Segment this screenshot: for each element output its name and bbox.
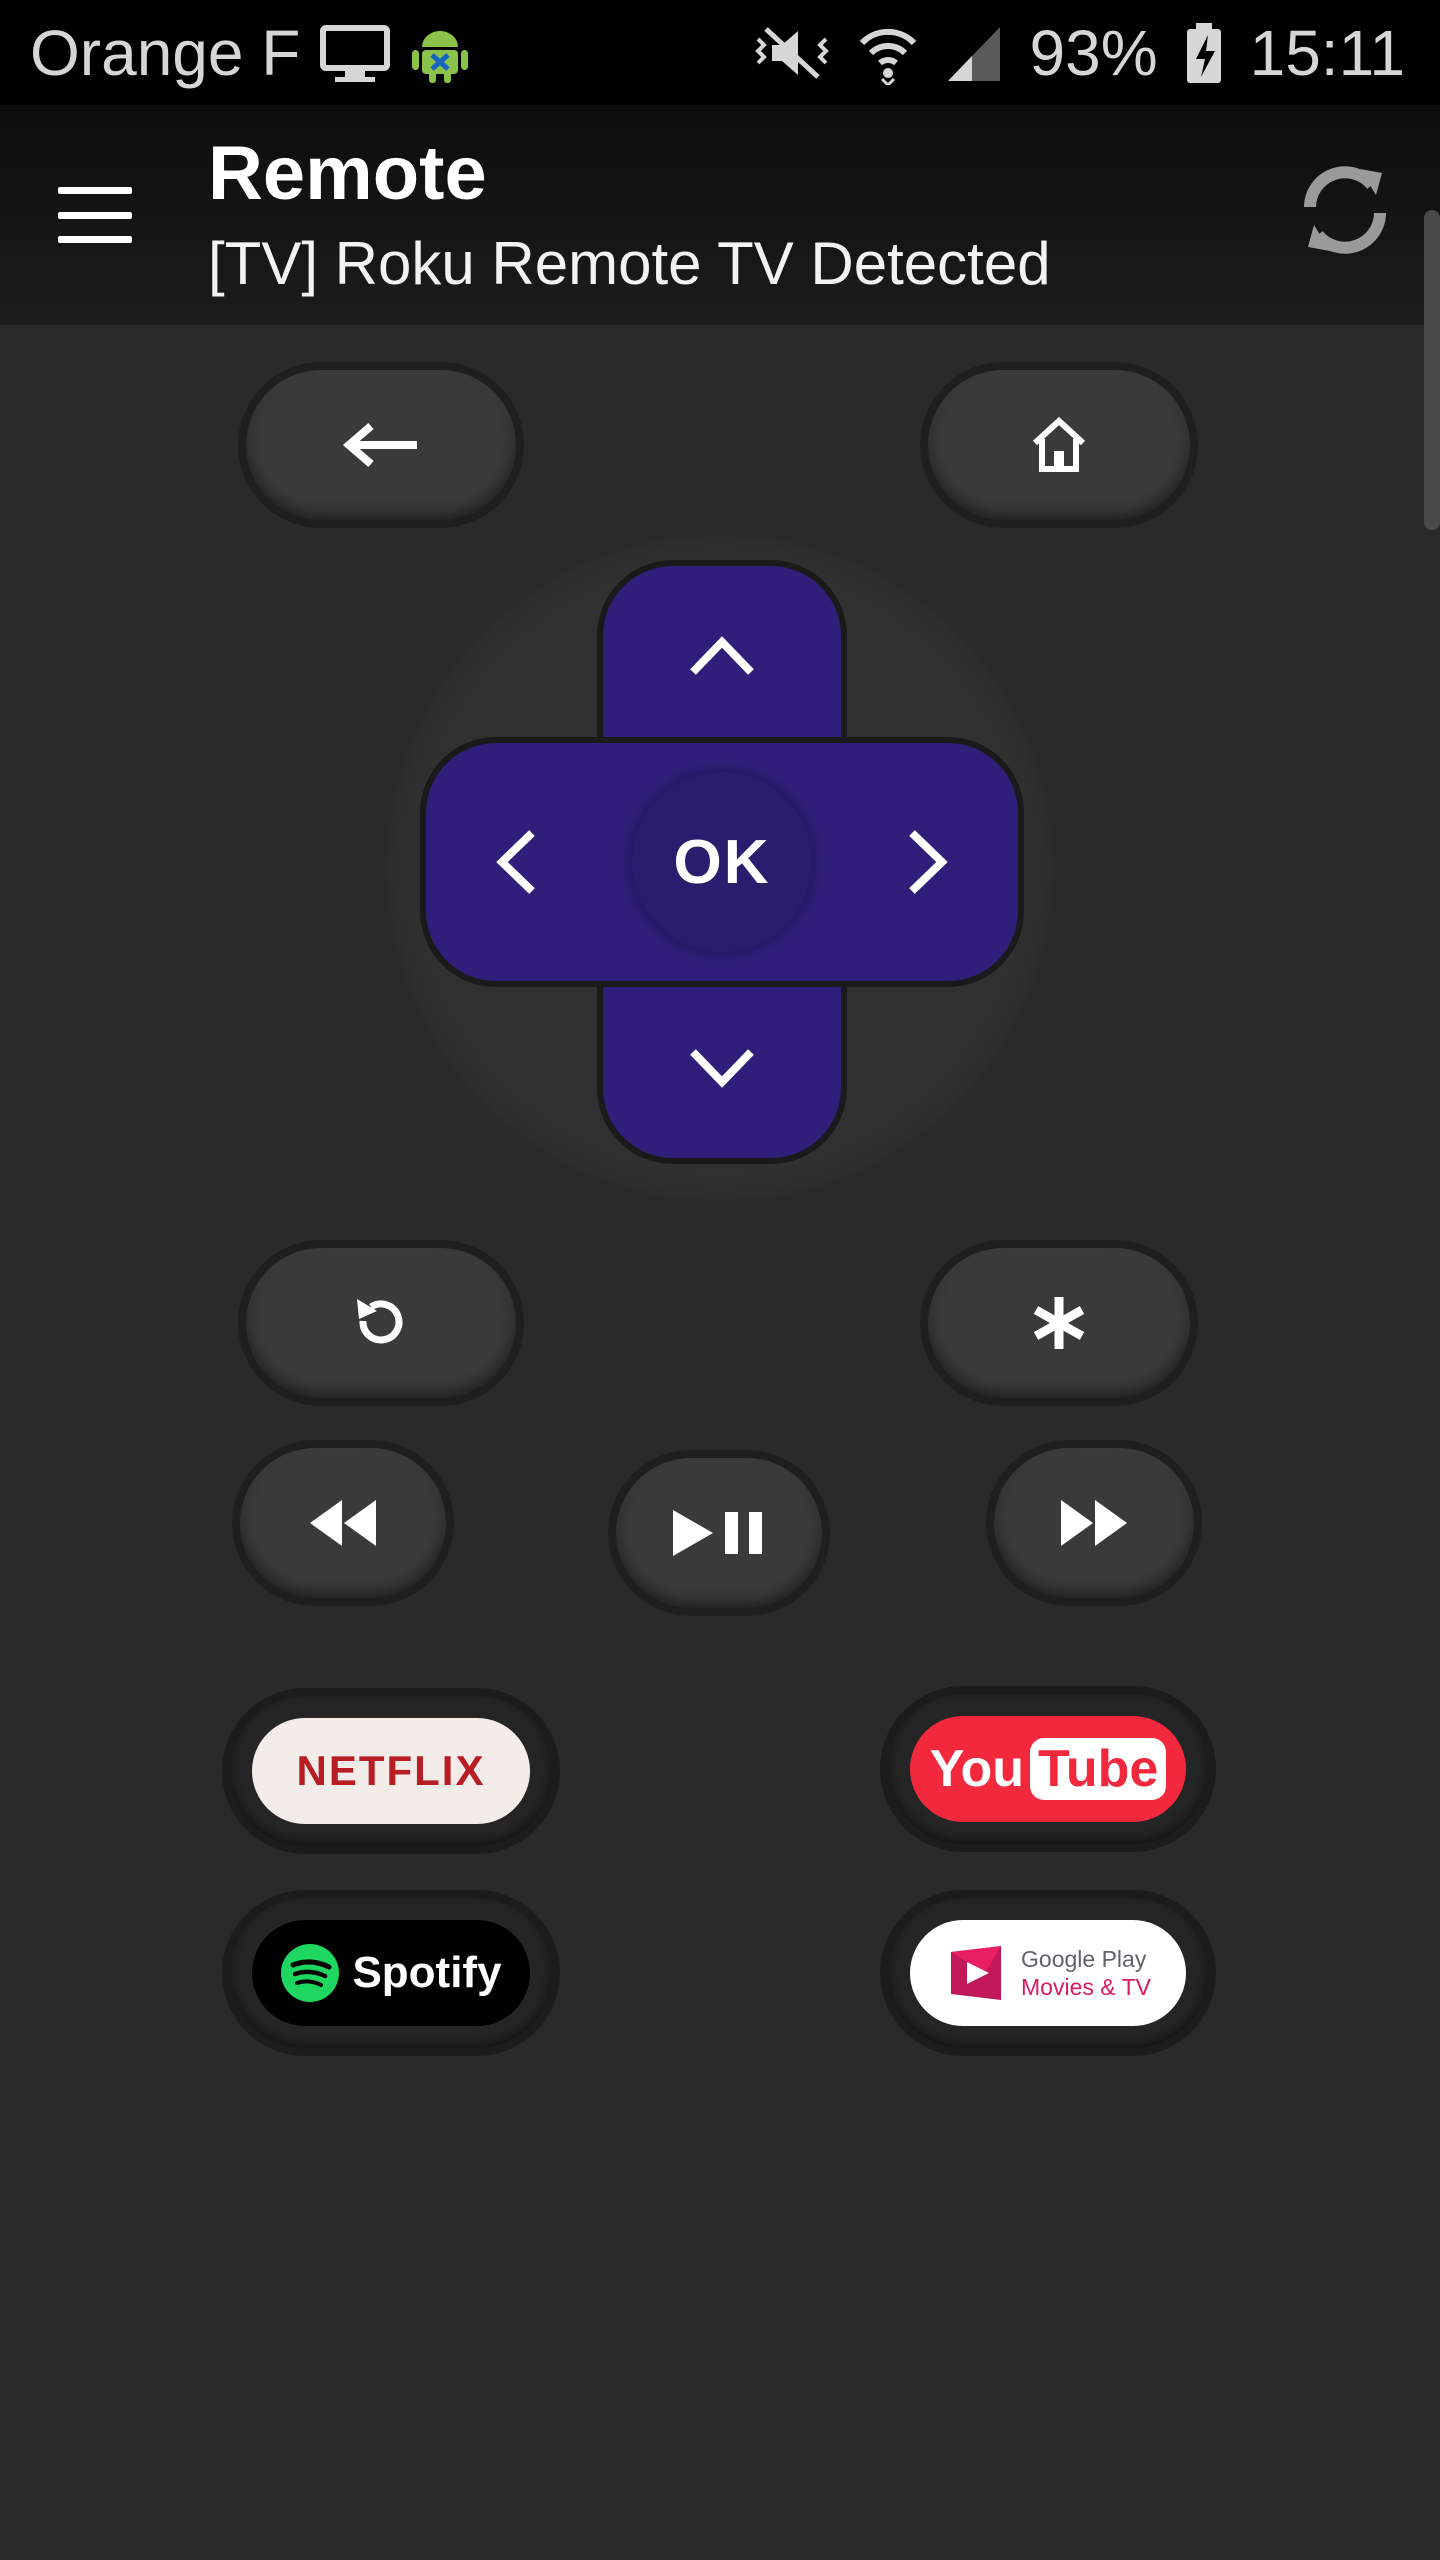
back-button[interactable] [246,370,516,520]
rewind-button[interactable] [240,1448,446,1598]
movies-tv-label: Movies & TV [1021,1974,1151,2000]
youtube-button[interactable]: You Tube [888,1694,1208,1844]
up-chevron-icon [690,636,754,675]
home-button[interactable] [928,370,1190,520]
back-arrow-icon [342,422,417,468]
left-button[interactable] [446,743,586,981]
left-chevron-icon [496,830,535,894]
clock: 15:11 [1249,16,1405,89]
status-bar: Orange F 93% 15:11 [0,0,1440,105]
spotify-label: Spotify [352,1948,502,1997]
google-play-movies-button[interactable]: Google Play Movies & TV [888,1898,1208,2048]
options-button[interactable] [928,1248,1190,1398]
fast-forward-icon [1061,1500,1127,1546]
carrier-name: Orange F [30,16,301,89]
play-pause-icon [673,1510,762,1556]
app-bar: Remote [TV] Roku Remote TV Detected [0,105,1440,325]
page-title: Remote [208,131,487,216]
wifi-icon [859,28,916,85]
tv-icon [320,24,391,82]
up-button[interactable] [603,586,841,726]
fast-forward-button[interactable] [994,1448,1194,1598]
right-chevron-icon [909,830,948,894]
down-chevron-icon [690,1049,754,1088]
spotify-button[interactable]: Spotify [230,1898,552,2048]
right-button[interactable] [858,743,998,981]
mute-vibrate-icon [754,26,829,79]
play-pause-button[interactable] [616,1458,822,1608]
netflix-button[interactable]: NETFLIX [230,1696,552,1846]
google-play-movies-icon [951,1946,1002,2000]
youtube-logo: You Tube [930,1738,1167,1800]
google-play-label: Google Play [1021,1946,1147,1972]
refresh-icon[interactable] [1290,155,1400,265]
netflix-logo: NETFLIX [296,1747,486,1794]
rewind-icon [310,1500,376,1546]
battery-charging-icon [1186,22,1221,83]
dpad: OK [426,566,1018,1158]
scrollbar[interactable] [1424,210,1440,530]
hamburger-icon[interactable] [40,175,150,255]
device-status: [TV] Roku Remote TV Detected [208,230,1051,297]
home-icon [1032,416,1086,472]
replay-icon [357,1299,403,1344]
ok-button[interactable]: OK [632,772,812,952]
signal-icon [947,26,1000,81]
battery-percent: 93% [1029,16,1158,89]
asterisk-icon [1033,1297,1085,1349]
down-button[interactable] [603,998,841,1138]
android-icon [412,30,469,83]
spotify-icon [281,1944,340,2002]
replay-button[interactable] [246,1248,516,1398]
